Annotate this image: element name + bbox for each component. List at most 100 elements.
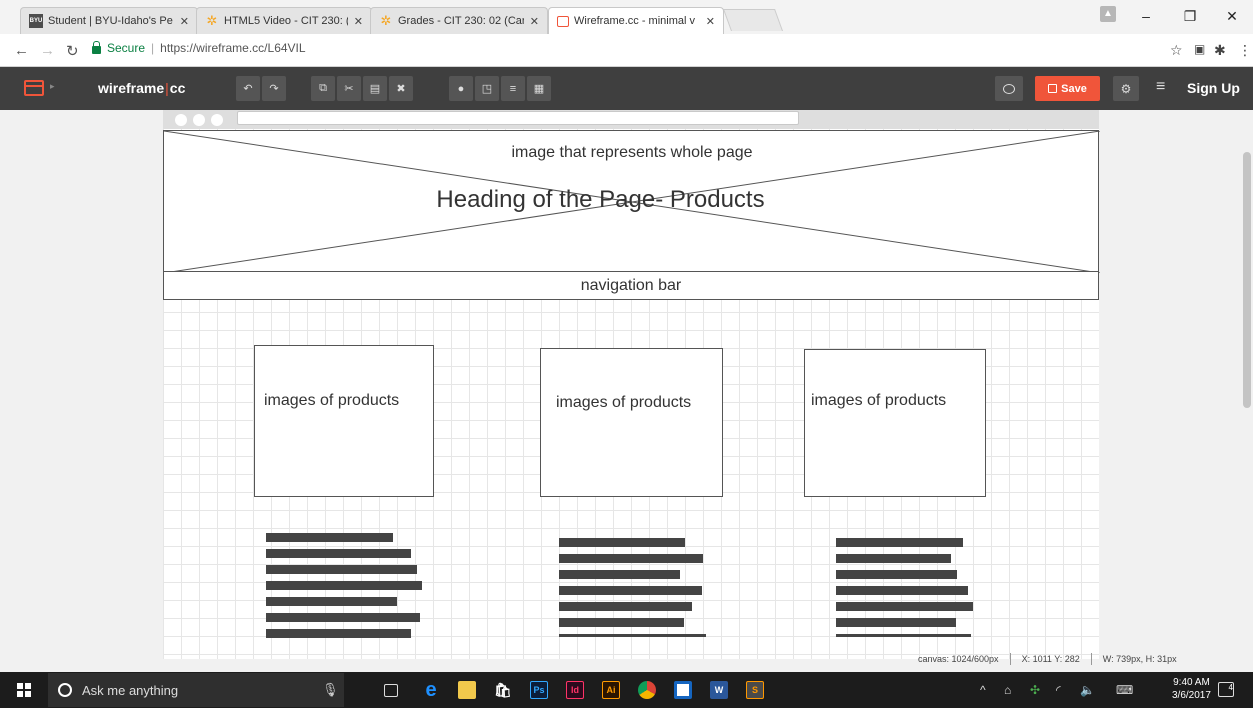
product-image-box[interactable]: images of products: [254, 345, 434, 497]
forward-icon[interactable]: →: [40, 42, 55, 59]
chrome-icon[interactable]: [638, 681, 656, 699]
sublime-icon[interactable]: S: [746, 681, 764, 699]
close-icon[interactable]: ✕: [354, 15, 363, 28]
wifi-icon[interactable]: ◜: [1056, 683, 1061, 697]
app-logo: wireframe|cc: [98, 80, 185, 96]
text-line: [266, 613, 420, 622]
save-button[interactable]: Save: [1035, 76, 1100, 101]
window-close-icon[interactable]: ✕: [1222, 8, 1242, 25]
new-tab-button[interactable]: [722, 9, 784, 31]
app-icon[interactable]: [674, 681, 692, 699]
minimize-icon[interactable]: –: [1136, 8, 1156, 24]
text-lines-placeholder[interactable]: [836, 538, 973, 644]
network-tray-icon[interactable]: ⌂: [1004, 683, 1011, 697]
text-lines-placeholder[interactable]: [559, 538, 706, 644]
text-lines-placeholder[interactable]: [266, 533, 422, 645]
store-icon[interactable]: 🛍: [494, 681, 512, 699]
microphone-icon[interactable]: 🎙: [322, 682, 339, 698]
comment-icon: [1003, 83, 1015, 94]
vertical-scrollbar[interactable]: [1243, 152, 1251, 408]
product-image-box[interactable]: images of products: [804, 349, 986, 497]
keyboard-icon[interactable]: ⌨: [1116, 683, 1133, 697]
close-icon[interactable]: ✕: [180, 15, 189, 28]
windows-start-icon[interactable]: [17, 683, 31, 697]
canvas-status-bar: canvas: 1024/600px X: 1011 Y: 282 W: 739…: [918, 652, 1177, 666]
gears-icon: ⚙: [1120, 81, 1132, 96]
edge-icon[interactable]: e: [422, 679, 440, 701]
text-line: [836, 570, 957, 579]
shield-tray-icon[interactable]: ✣: [1030, 683, 1040, 697]
restore-icon[interactable]: ❐: [1180, 8, 1200, 25]
text-line: [266, 597, 397, 606]
reload-icon[interactable]: ↻: [66, 42, 79, 60]
back-icon[interactable]: ←: [14, 42, 29, 59]
file-explorer-icon[interactable]: [458, 681, 476, 699]
save-disk-icon: [1048, 84, 1058, 93]
app-menu-icon[interactable]: [24, 80, 44, 96]
text-line: [559, 538, 685, 547]
wireframe-logo-icon: [557, 15, 569, 27]
illustrator-icon[interactable]: Ai: [602, 681, 620, 699]
group-icon[interactable]: ▦: [527, 76, 551, 101]
clock-time: 9:40 AM: [1173, 677, 1210, 688]
undo-icon[interactable]: ↶: [236, 76, 260, 101]
product-image-box[interactable]: images of products: [540, 348, 723, 497]
system-clock[interactable]: 9:40 AM 3/6/2017: [1172, 676, 1211, 702]
frame-dot: [175, 114, 187, 126]
comment-button[interactable]: [995, 76, 1023, 101]
indesign-icon[interactable]: Id: [566, 681, 584, 699]
tab-grades[interactable]: ✲ Grades - CIT 230: 02 (Car ✕: [370, 7, 548, 34]
windows-taskbar: Ask me anything 🎙 e 🛍 Ps Id Ai W S ^ ⌂ ✣…: [0, 672, 1253, 708]
bookmark-star-icon[interactable]: ☆: [1170, 42, 1183, 59]
frame-url-field: [237, 111, 799, 125]
text-line: [836, 634, 971, 637]
hero-image-placeholder[interactable]: image that represents whole page Heading…: [163, 130, 1100, 273]
paste-icon[interactable]: ▤: [363, 76, 387, 101]
tray-expand-icon[interactable]: ^: [980, 683, 986, 697]
menu-caret-icon[interactable]: ▸: [50, 81, 55, 92]
url-text: https://wireframe.cc/L64VIL: [160, 41, 306, 55]
lock-element-icon[interactable]: ●: [449, 76, 473, 101]
volume-icon[interactable]: 🔈: [1080, 683, 1095, 697]
delete-icon[interactable]: ✖: [389, 76, 413, 101]
address-bar[interactable]: Secure | https://wireframe.cc/L64VIL: [92, 40, 306, 55]
task-view-icon[interactable]: [384, 684, 398, 697]
text-line: [266, 565, 417, 574]
text-line: [266, 533, 393, 542]
wireframe-canvas[interactable]: image that represents whole page Heading…: [163, 110, 1100, 659]
duplicate-icon[interactable]: ⧉: [311, 76, 335, 101]
tab-wireframe[interactable]: Wireframe.cc - minimal v ✕: [548, 7, 724, 34]
text-line: [266, 581, 422, 590]
align-icon[interactable]: ≡: [501, 76, 525, 101]
text-line: [559, 570, 680, 579]
close-icon[interactable]: ✕: [530, 15, 539, 28]
clipboard-group: ⧉ ✂ ▤ ✖: [311, 76, 415, 101]
gear-extension-icon[interactable]: ✱: [1214, 42, 1226, 59]
tab-html5-video[interactable]: ✲ HTML5 Video - CIT 230: ( ✕: [196, 7, 372, 34]
spark-icon: ✲: [206, 13, 218, 28]
tab-title: Student | BYU-Idaho's Pe: [48, 15, 173, 27]
photoshop-icon[interactable]: Ps: [530, 681, 548, 699]
sign-up-link[interactable]: Sign Up: [1187, 80, 1240, 96]
text-line: [836, 538, 963, 547]
bring-front-icon[interactable]: ◳: [475, 76, 499, 101]
settings-button[interactable]: ⚙: [1113, 76, 1139, 101]
word-icon[interactable]: W: [710, 681, 728, 699]
hamburger-menu-icon[interactable]: ≡: [1156, 78, 1165, 96]
extension-icon[interactable]: ▣: [1194, 42, 1205, 56]
action-center-icon[interactable]: 4: [1218, 682, 1234, 697]
close-icon[interactable]: ✕: [706, 15, 715, 28]
cortana-search-box[interactable]: Ask me anything: [48, 673, 344, 707]
tab-student[interactable]: BYU Student | BYU-Idaho's Pe ✕: [20, 7, 198, 34]
secure-label: Secure: [107, 41, 146, 55]
cut-icon[interactable]: ✂: [337, 76, 361, 101]
chrome-menu-icon[interactable]: ⋮: [1238, 42, 1252, 59]
profile-icon[interactable]: ▲: [1100, 6, 1116, 22]
selection-size-readout: W: 739px, H: 31px: [1102, 654, 1177, 664]
logo-text-right: cc: [169, 80, 186, 96]
navigation-bar-placeholder[interactable]: navigation bar: [163, 271, 1099, 300]
redo-icon[interactable]: ↷: [262, 76, 286, 101]
frame-dot: [211, 114, 223, 126]
status-divider: [1009, 653, 1011, 665]
lock-icon: [92, 40, 101, 54]
